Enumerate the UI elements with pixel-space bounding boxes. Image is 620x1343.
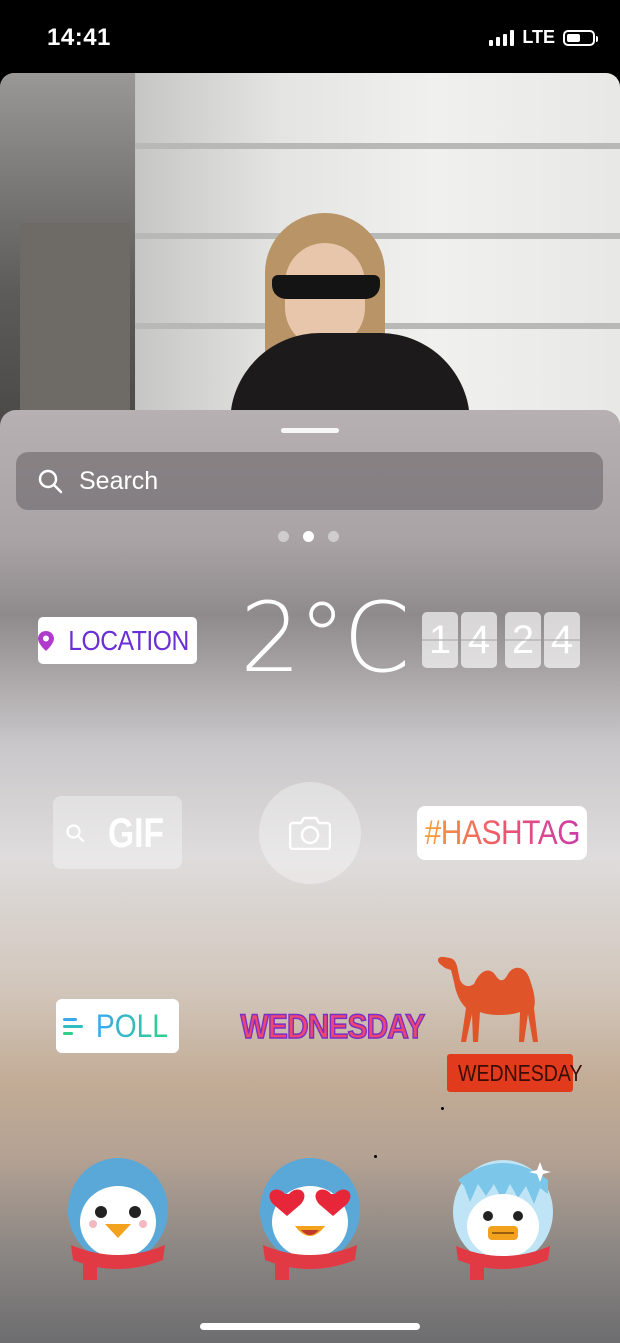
- clock-sticker[interactable]: 1 4 2 4: [422, 612, 580, 668]
- battery-icon: [563, 29, 598, 46]
- status-time: 14:41: [47, 24, 111, 51]
- clock-digit: 4: [461, 612, 497, 668]
- temperature-sticker[interactable]: 2°C: [240, 588, 410, 688]
- day-sticker[interactable]: WEDNESDAY: [228, 1004, 426, 1050]
- camera-sticker[interactable]: [259, 782, 361, 884]
- camel-day-sticker[interactable]: WEDNESDAY: [425, 952, 583, 1097]
- camera-icon: [289, 816, 331, 850]
- location-label: LOCATION: [68, 624, 189, 656]
- signal-icon: [489, 29, 515, 46]
- home-indicator[interactable]: [200, 1323, 420, 1330]
- poll-icon: [62, 1018, 83, 1035]
- drag-handle[interactable]: [281, 428, 339, 433]
- status-bar: 14:41 LTE: [0, 0, 620, 75]
- search-bar[interactable]: Search: [16, 452, 603, 510]
- clock-digit: 4: [544, 612, 580, 668]
- camel-day-label: WEDNESDAY: [447, 1054, 583, 1092]
- gif-label: GIF: [107, 808, 164, 856]
- person-figure: [230, 213, 470, 433]
- hashtag-sticker[interactable]: #HASHTAG: [417, 806, 587, 860]
- clock-digit: 1: [422, 612, 458, 668]
- page-dot[interactable]: [278, 531, 289, 542]
- search-placeholder: Search: [79, 466, 159, 495]
- penguin-heart-eyes-icon[interactable]: [255, 1150, 365, 1285]
- camel-icon: [437, 956, 538, 1042]
- gif-sticker[interactable]: GIF: [53, 796, 182, 869]
- poll-sticker[interactable]: POLL: [56, 999, 179, 1053]
- page-dot[interactable]: [328, 531, 339, 542]
- network-label: LTE: [522, 27, 555, 47]
- clock-digit: 2: [505, 612, 541, 668]
- poll-label: POLL: [95, 1007, 168, 1044]
- day-label: WEDNESDAY: [240, 1007, 426, 1047]
- hashtag-label: #HASHTAG: [424, 813, 580, 852]
- search-icon: [38, 469, 63, 494]
- location-sticker[interactable]: LOCATION: [38, 617, 197, 664]
- penguin-scarf-icon[interactable]: [63, 1150, 173, 1285]
- search-icon: [65, 823, 84, 842]
- story-photo: [0, 73, 620, 433]
- penguin-frozen-icon[interactable]: [448, 1150, 558, 1285]
- location-pin-icon: [38, 630, 54, 651]
- page-dot-active[interactable]: [303, 531, 314, 542]
- sticker-tray: Search LOCATION 2°C 1 4 2 4 GIF #HASHTAG…: [0, 410, 620, 1343]
- page-indicator: [278, 531, 339, 542]
- status-right: LTE: [489, 27, 598, 48]
